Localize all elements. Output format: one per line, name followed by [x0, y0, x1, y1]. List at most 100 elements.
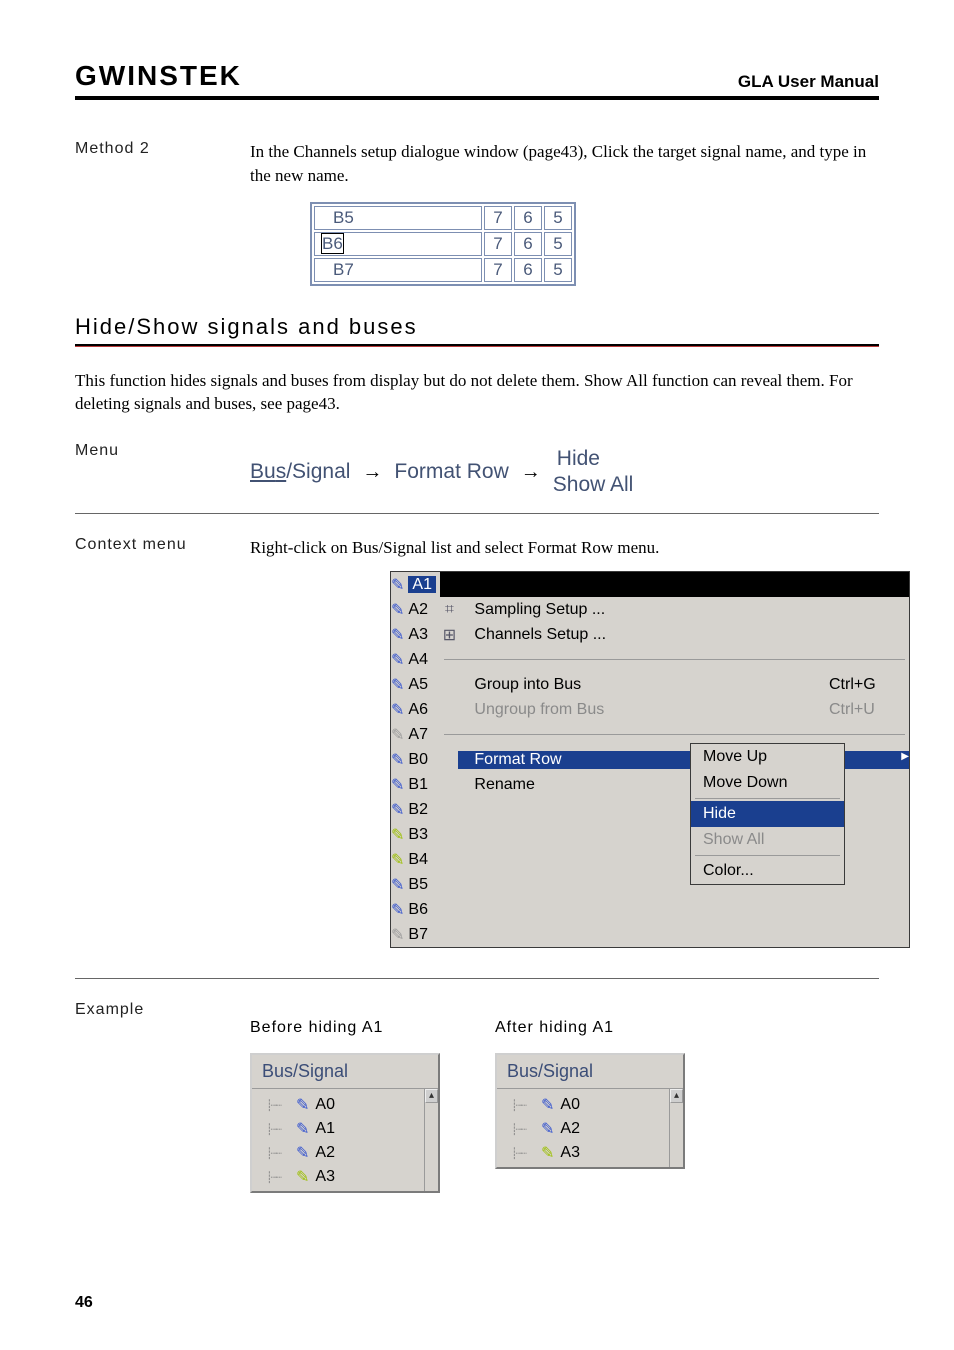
bus-signal-panel-after: Bus/Signal ┊┈┈✎A0 ┊┈┈✎A2 ┊┈┈✎A3 ▴ — [495, 1053, 685, 1169]
probe-icon: ✎ — [391, 700, 404, 720]
divider — [75, 978, 879, 979]
list-item[interactable]: A1 — [315, 1120, 335, 1138]
cell: 6 — [514, 232, 542, 256]
scrollbar[interactable]: ▴ — [669, 1089, 683, 1167]
probe-icon: ✎ — [391, 875, 404, 895]
sub-show-all: Show All — [691, 827, 844, 853]
probe-icon: ✎ — [541, 1095, 554, 1115]
signal-label: A7 — [406, 726, 440, 744]
list-item[interactable]: A2 — [560, 1120, 580, 1138]
after-title: After hiding A1 — [495, 1019, 685, 1037]
cell: 6 — [514, 258, 542, 282]
shortcut-ctrl-g: Ctrl+G — [829, 676, 909, 694]
signal-name-cell: B7 — [314, 258, 482, 282]
list-item[interactable]: A0 — [560, 1096, 580, 1114]
signal-label: B7 — [406, 926, 440, 944]
probe-icon: ✎ — [296, 1167, 309, 1187]
sub-color[interactable]: Color... — [691, 858, 844, 884]
probe-icon: ✎ — [391, 725, 404, 745]
menu-bus-signal[interactable]: Bus/Signal — [250, 460, 350, 484]
probe-icon: ✎ — [541, 1143, 554, 1163]
menu-hide[interactable]: Hide — [557, 446, 634, 472]
cell: 6 — [514, 206, 542, 230]
menu-format-row[interactable]: Format Row — [394, 460, 508, 484]
ctx-ungroup-from-bus: Ungroup from Bus — [458, 701, 829, 719]
probe-icon: ✎ — [391, 650, 404, 670]
signal-label: B4 — [406, 851, 440, 869]
intro-text: This function hides signals and buses fr… — [75, 369, 879, 417]
menu-show-all[interactable]: Show All — [553, 472, 634, 498]
signal-label: B6 — [406, 901, 440, 919]
page-header: GWINSTEK GLA User Manual — [75, 60, 879, 100]
menu-path: Bus/Signal → Format Row → Hide Show All — [250, 446, 879, 499]
signal-label: A5 — [406, 676, 440, 694]
before-title: Before hiding A1 — [250, 1019, 440, 1037]
submenu-arrow-icon: ▶ — [901, 751, 909, 762]
divider — [75, 513, 879, 514]
probe-icon: ✎ — [391, 625, 404, 645]
section-rule — [75, 344, 879, 347]
method2-label: Method 2 — [75, 140, 250, 158]
page-number: 46 — [75, 1294, 93, 1312]
shortcut-ctrl-u: Ctrl+U — [829, 701, 909, 719]
probe-icon: ✎ — [391, 575, 404, 595]
method2-text: In the Channels setup dialogue window (p… — [250, 140, 879, 188]
cell: 5 — [544, 258, 572, 282]
sub-move-down[interactable]: Move Down — [691, 770, 844, 796]
signal-label: A2 — [406, 601, 440, 619]
probe-icon: ✎ — [296, 1143, 309, 1163]
arrow-icon: → — [521, 461, 541, 484]
ctx-sampling-setup[interactable]: Sampling Setup ... — [458, 601, 909, 619]
table-row: B6 7 6 5 — [314, 232, 572, 256]
ctx-channels-setup[interactable]: Channels Setup ... — [458, 626, 909, 644]
manual-title: GLA User Manual — [738, 72, 879, 92]
scroll-up-icon[interactable]: ▴ — [425, 1089, 438, 1103]
signal-label: B5 — [406, 876, 440, 894]
signal-a1-selected[interactable]: A1 — [408, 576, 436, 593]
cell: 5 — [544, 232, 572, 256]
probe-icon: ✎ — [296, 1095, 309, 1115]
probe-icon: ✎ — [391, 750, 404, 770]
probe-icon: ✎ — [391, 850, 404, 870]
channels-icon: ⊞ — [440, 625, 458, 645]
cell: 7 — [484, 258, 512, 282]
context-menu-text: Right-click on Bus/Signal list and selec… — [250, 536, 879, 560]
scroll-up-icon[interactable]: ▴ — [670, 1089, 683, 1103]
probe-icon: ✎ — [391, 825, 404, 845]
ctx-group-into-bus[interactable]: Group into Bus — [458, 676, 829, 694]
list-item[interactable]: A2 — [315, 1144, 335, 1162]
list-item[interactable]: A3 — [315, 1168, 335, 1186]
panel-header: Bus/Signal — [252, 1055, 438, 1089]
arrow-icon: → — [362, 461, 382, 484]
list-item[interactable]: A0 — [315, 1096, 335, 1114]
scrollbar[interactable]: ▴ — [424, 1089, 438, 1191]
signal-name-editing[interactable]: B6 — [321, 233, 344, 254]
signal-label: B2 — [406, 801, 440, 819]
signal-label: A6 — [406, 701, 440, 719]
probe-icon: ✎ — [541, 1119, 554, 1139]
probe-icon: ✎ — [391, 675, 404, 695]
table-row: B5 7 6 5 — [314, 206, 572, 230]
signal-name-cell: B5 — [314, 206, 482, 230]
table-row: B7 7 6 5 — [314, 258, 572, 282]
probe-icon: ✎ — [391, 800, 404, 820]
cell: 5 — [544, 206, 572, 230]
sub-hide[interactable]: Hide — [691, 801, 844, 827]
brand-logo: GWINSTEK — [75, 60, 242, 92]
probe-icon: ✎ — [391, 900, 404, 920]
sub-move-up[interactable]: Move Up — [691, 744, 844, 770]
example-label: Example — [75, 1001, 250, 1019]
signal-label: B0 — [406, 751, 440, 769]
section-title: Hide/Show signals and buses — [75, 314, 879, 340]
probe-icon: ✎ — [391, 925, 404, 945]
cell: 7 — [484, 232, 512, 256]
probe-icon: ✎ — [296, 1119, 309, 1139]
bus-signal-panel-before: Bus/Signal ┊┈┈✎A0 ┊┈┈✎A1 ┊┈┈✎A2 ┊┈┈✎A3 ▴ — [250, 1053, 440, 1193]
format-row-submenu: Move Up Move Down Hide Show All Color... — [690, 743, 845, 885]
channels-mini-table: B5 7 6 5 B6 7 6 5 B7 7 6 5 — [310, 202, 576, 286]
list-item[interactable]: A3 — [560, 1144, 580, 1162]
cell: 7 — [484, 206, 512, 230]
signal-label: B1 — [406, 776, 440, 794]
panel-header: Bus/Signal — [497, 1055, 683, 1089]
signal-label: A4 — [406, 651, 440, 669]
